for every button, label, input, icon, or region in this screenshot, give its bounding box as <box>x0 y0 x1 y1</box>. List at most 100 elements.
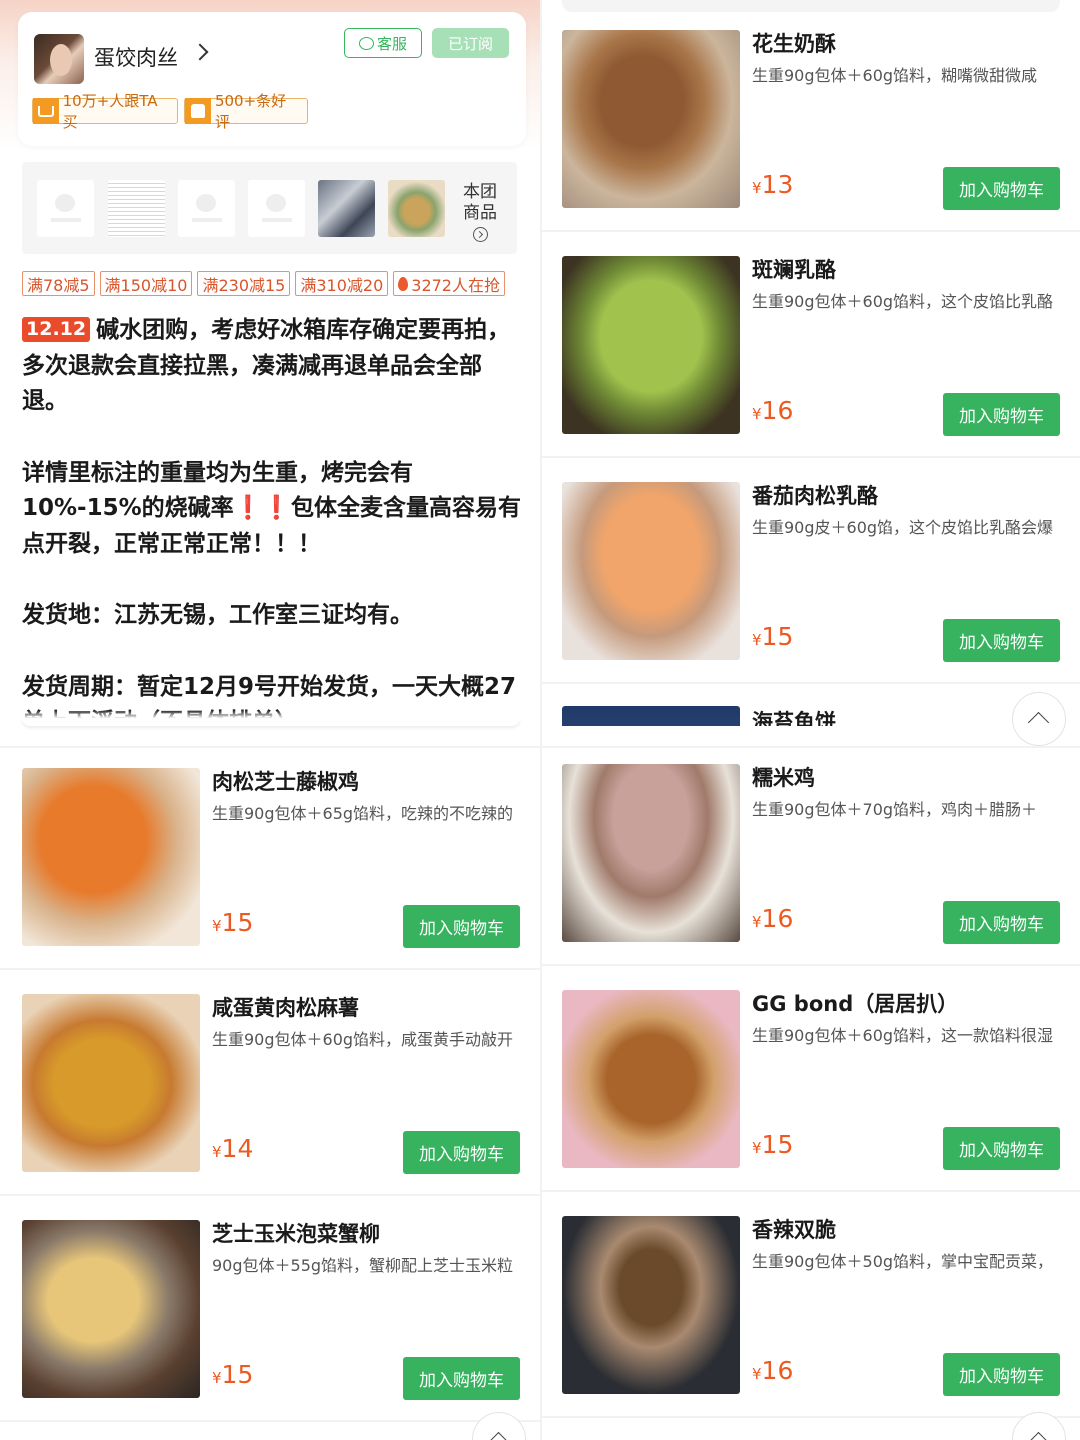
price-value: 15 <box>221 908 254 937</box>
product-card[interactable]: GG bond（居居扒） 生重90g包体＋60g馅料，这一款馅料很湿 ¥15 加… <box>562 990 1080 1212</box>
thumbs-up-icon <box>185 98 211 124</box>
currency-symbol: ¥ <box>212 1143 222 1161</box>
add-to-cart-button[interactable]: 加入购物车 <box>943 1127 1060 1170</box>
avatar[interactable] <box>34 34 84 84</box>
row-separator <box>540 1416 1080 1418</box>
currency-symbol: ¥ <box>752 405 762 423</box>
product-name[interactable]: 肉松芝士藤椒鸡 <box>212 766 359 796</box>
product-name[interactable]: GG bond（居居扒） <box>752 988 958 1018</box>
product-thumbnail[interactable] <box>37 180 94 237</box>
description-paragraph: 12.12 碱水团购，考虑好冰箱库存确定要再拍，多次退款会直接拉黑，凑满减再退单品… <box>22 313 522 420</box>
product-image[interactable] <box>22 1220 200 1398</box>
description-text: 碱水团购，考虑好冰箱库存确定要再拍，多次退款会直接拉黑，凑满减再退单品会全部退。 <box>22 317 511 414</box>
product-image[interactable] <box>562 1216 740 1394</box>
chat-bubble-icon <box>358 36 374 50</box>
product-image[interactable] <box>562 482 740 660</box>
product-price: ¥15 <box>212 908 253 937</box>
more-group-products-link[interactable]: 本团 商品 <box>460 182 500 242</box>
add-to-cart-button[interactable]: 加入购物车 <box>403 905 520 948</box>
description-paragraph: 发货地：江苏无锡，工作室三证均有。 <box>22 598 522 634</box>
currency-symbol: ¥ <box>752 913 762 931</box>
currency-symbol: ¥ <box>752 1365 762 1383</box>
product-card[interactable]: 咸蛋黄肉松麻薯 生重90g包体＋60g馅料，咸蛋黄手动敲开 ¥14 加入购物车 <box>22 994 542 1216</box>
promo-tags: 满78减5 满150减10 满230减15 满310减20 3272人在抢 <box>22 271 505 296</box>
add-to-cart-button[interactable]: 加入购物车 <box>943 167 1060 210</box>
price-value: 16 <box>761 396 794 425</box>
currency-symbol: ¥ <box>752 631 762 649</box>
buyers-count-label: 3272人在抢 <box>411 275 500 295</box>
scroll-to-top-button[interactable] <box>1012 692 1066 746</box>
product-name[interactable]: 斑斓乳酪 <box>752 254 836 284</box>
product-card[interactable]: 番茄肉松乳酪 生重90g皮＋60g馅，这个皮馅比乳酪会爆 ¥15 加入购物车 <box>562 482 1080 704</box>
shop-card: 蛋饺肉丝 客服 已订阅 10万+人跟TA买 500+条好评 <box>18 12 526 146</box>
product-card[interactable]: 花生奶酥 生重90g包体＋60g馅料，糊嘴微甜微咸 ¥13 加入购物车 <box>562 30 1080 252</box>
row-separator <box>540 682 1080 684</box>
discount-tag: 满230减15 <box>197 271 291 296</box>
discount-tag: 满310减20 <box>295 271 389 296</box>
currency-symbol: ¥ <box>212 1369 222 1387</box>
product-name[interactable]: 海苔鱼饼 <box>752 706 836 726</box>
previous-card-edge <box>562 0 1060 12</box>
product-thumbnail[interactable] <box>388 180 445 237</box>
price-value: 14 <box>221 1134 254 1163</box>
customer-service-button[interactable]: 客服 <box>344 28 422 58</box>
cart-icon <box>33 98 59 124</box>
product-thumbnail[interactable] <box>108 180 165 237</box>
more-label-line2: 商品 <box>463 203 497 223</box>
more-label-line1: 本团 <box>463 182 497 202</box>
price-value: 15 <box>221 1360 254 1389</box>
product-price: ¥16 <box>752 1356 793 1385</box>
date-chip: 12.12 <box>22 317 91 342</box>
shop-name[interactable]: 蛋饺肉丝 <box>94 42 178 72</box>
reviews-badge: 500+条好评 <box>184 92 308 131</box>
row-separator <box>540 1190 1080 1192</box>
product-price: ¥15 <box>752 622 793 651</box>
add-to-cart-button[interactable]: 加入购物车 <box>403 1357 520 1400</box>
product-name[interactable]: 花生奶酥 <box>752 28 836 58</box>
product-subtitle: 生重90g包体＋60g馅料，这一款馅料很湿 <box>752 1026 1054 1045</box>
product-subtitle: 生重90g包体＋65g馅料，吃辣的不吃辣的 <box>212 804 514 823</box>
product-name[interactable]: 芝士玉米泡菜蟹柳 <box>212 1218 380 1248</box>
product-card[interactable]: 芝士玉米泡菜蟹柳 90g包体＋55g馅料，蟹柳配上芝士玉米粒 ¥15 加入购物车 <box>22 1220 542 1440</box>
row-separator <box>540 456 1080 458</box>
section-separator <box>0 746 540 748</box>
buyers-count-tag: 3272人在抢 <box>393 271 505 296</box>
product-image[interactable] <box>562 990 740 1168</box>
product-card[interactable]: 香辣双脆 生重90g包体＋50g馅料，掌中宝配贡菜， ¥16 加入购物车 <box>562 1216 1080 1438</box>
product-name[interactable]: 咸蛋黄肉松麻薯 <box>212 992 359 1022</box>
product-image[interactable] <box>22 768 200 946</box>
row-separator <box>0 1194 540 1196</box>
product-price: ¥15 <box>752 1130 793 1159</box>
product-thumbnail[interactable] <box>178 180 235 237</box>
product-card[interactable]: 糯米鸡 生重90g包体＋70g馅料，鸡肉＋腊肠＋ ¥16 加入购物车 <box>562 764 1080 986</box>
product-image[interactable] <box>562 256 740 434</box>
product-subtitle: 生重90g包体＋60g馅料，咸蛋黄手动敲开 <box>212 1030 514 1049</box>
price-value: 13 <box>761 170 794 199</box>
chevron-right-icon[interactable] <box>191 43 209 61</box>
add-to-cart-button[interactable]: 加入购物车 <box>943 393 1060 436</box>
add-to-cart-button[interactable]: 加入购物车 <box>403 1131 520 1174</box>
product-name[interactable]: 番茄肉松乳酪 <box>752 480 878 510</box>
row-separator <box>540 230 1080 232</box>
product-card[interactable]: 肉松芝士藤椒鸡 生重90g包体＋65g馅料，吃辣的不吃辣的 ¥15 加入购物车 <box>22 768 542 990</box>
product-image[interactable] <box>562 30 740 208</box>
product-image[interactable] <box>562 764 740 942</box>
group-description: 12.12 碱水团购，考虑好冰箱库存确定要再拍，多次退款会直接拉黑，凑满减再退单品… <box>22 313 522 720</box>
exclamation-icons: ❗❗ <box>233 495 291 521</box>
product-name[interactable]: 香辣双脆 <box>752 1214 836 1244</box>
product-subtitle: 生重90g皮＋60g馅，这个皮馅比乳酪会爆 <box>752 518 1054 537</box>
product-thumbnail[interactable] <box>248 180 305 237</box>
product-image[interactable] <box>562 706 740 726</box>
add-to-cart-button[interactable]: 加入购物车 <box>943 1353 1060 1396</box>
add-to-cart-button[interactable]: 加入购物车 <box>943 619 1060 662</box>
add-to-cart-button[interactable]: 加入购物车 <box>943 901 1060 944</box>
product-subtitle: 生重90g包体＋70g馅料，鸡肉＋腊肠＋ <box>752 800 1038 819</box>
product-card-partial[interactable]: 海苔鱼饼 <box>562 706 1080 726</box>
product-card[interactable]: 斑斓乳酪 生重90g包体＋60g馅料，这个皮馅比乳酪 ¥16 加入购物车 <box>562 256 1080 478</box>
row-separator <box>540 964 1080 966</box>
product-name[interactable]: 糯米鸡 <box>752 762 815 792</box>
subscribed-button[interactable]: 已订阅 <box>432 28 509 58</box>
product-image[interactable] <box>22 994 200 1172</box>
product-thumbnail[interactable] <box>318 180 375 237</box>
currency-symbol: ¥ <box>212 917 222 935</box>
